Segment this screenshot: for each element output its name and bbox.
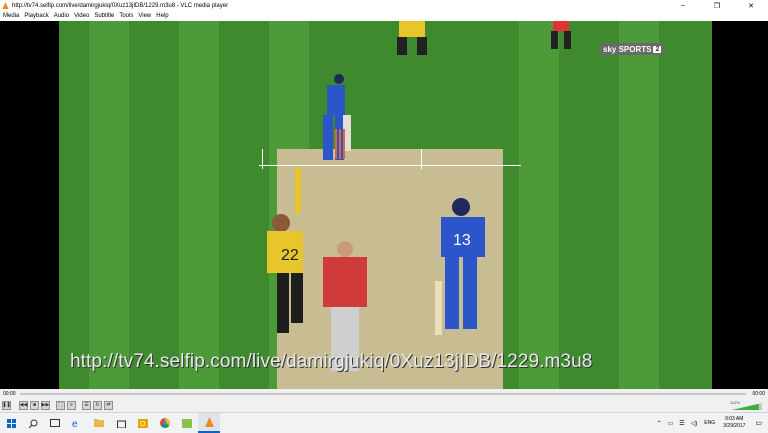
- previous-icon[interactable]: ◀◀: [19, 400, 28, 410]
- batsman-figure: [323, 74, 351, 160]
- edge-icon[interactable]: e: [66, 413, 88, 433]
- battery-icon[interactable]: ▭: [668, 420, 674, 427]
- player-controls: 00:00 00:00 ❚❚ ◀◀ ■ ▶▶ ⛶ ≡ ☰ ↻ ⇄ 112%: [0, 389, 768, 412]
- task-view-icon[interactable]: [44, 413, 66, 433]
- total-time: 00:00: [752, 391, 765, 397]
- control-buttons: ❚❚ ◀◀ ■ ▶▶ ⛶ ≡ ☰ ↻ ⇄: [0, 400, 113, 410]
- outlook-icon[interactable]: O: [132, 413, 154, 433]
- seek-bar[interactable]: [20, 393, 746, 395]
- non-striker-number: 13: [453, 232, 471, 249]
- windows-logo-icon: [6, 418, 16, 428]
- wicketkeeper-figure: [397, 21, 427, 55]
- start-button[interactable]: [0, 413, 22, 433]
- channel-logo: sky SPORTS 2: [600, 43, 665, 55]
- close-button[interactable]: ✕: [734, 0, 768, 11]
- vlc-taskbar-button[interactable]: [198, 413, 220, 433]
- taskbar: e O ⌃ ▭ ☰ ◁) ENG 9:03 AM 3/29/2017 ▭: [0, 412, 768, 433]
- channel-name: sky SPORTS: [603, 44, 652, 54]
- stop-icon[interactable]: ■: [30, 400, 39, 410]
- clock-date: 3/29/2017: [723, 423, 746, 429]
- chevron-up-icon[interactable]: ⌃: [657, 420, 662, 427]
- svg-text:O: O: [140, 421, 146, 428]
- pause-icon[interactable]: ❚❚: [2, 400, 11, 410]
- svg-text:e: e: [72, 419, 78, 428]
- speaker-icon[interactable]: ◁): [691, 420, 698, 427]
- bowler-number: 22: [281, 247, 299, 264]
- network-icon[interactable]: ☰: [679, 420, 684, 427]
- search-icon[interactable]: [22, 413, 44, 433]
- fielder-figure: [551, 21, 571, 49]
- minimize-button[interactable]: –: [666, 0, 700, 11]
- elapsed-time: 00:00: [3, 391, 16, 397]
- system-tray: ⌃ ▭ ☰ ◁) ENG 9:03 AM 3/29/2017 ▭: [654, 413, 768, 433]
- fullscreen-icon[interactable]: ⛶: [56, 400, 65, 410]
- clock-time: 9:03 AM: [725, 416, 744, 422]
- menu-help[interactable]: Help: [156, 13, 168, 19]
- extended-settings-icon[interactable]: ≡: [67, 400, 76, 410]
- video-frame: 22 13: [59, 21, 712, 389]
- stream-url-overlay: http://tv74.selfip.com/live/damirgjukiq/…: [70, 351, 593, 372]
- menu-video[interactable]: Video: [74, 13, 89, 19]
- notifications-icon[interactable]: ▭: [755, 419, 762, 427]
- playlist-icon[interactable]: ☰: [82, 400, 91, 410]
- vlc-cone-icon: [205, 417, 213, 427]
- volume-control[interactable]: 112%: [730, 400, 764, 410]
- store-icon[interactable]: [110, 413, 132, 433]
- menu-bar: Media Playback Audio Video Subtitle Tool…: [0, 11, 768, 21]
- maximize-button[interactable]: ❐: [700, 0, 734, 11]
- clock[interactable]: 9:03 AM 3/29/2017: [723, 416, 745, 430]
- non-striker-figure: 13: [435, 198, 485, 335]
- video-area[interactable]: 22 13 sky SPORTS 2 http://tv74.selfip.co…: [0, 21, 768, 389]
- menu-audio[interactable]: Audio: [54, 13, 69, 19]
- menu-tools[interactable]: Tools: [119, 13, 133, 19]
- shuffle-icon[interactable]: ⇄: [104, 400, 113, 410]
- file-explorer-icon[interactable]: [88, 413, 110, 433]
- title-bar: http://tv74.selfip.com/live/damirgjukiq/…: [0, 0, 768, 11]
- menu-playback[interactable]: Playback: [24, 13, 48, 19]
- channel-number: 2: [653, 45, 662, 53]
- spreadsheet-app-icon[interactable]: [176, 413, 198, 433]
- window-title: http://tv74.selfip.com/live/damirgjukiq/…: [12, 2, 229, 9]
- loop-icon[interactable]: ↻: [93, 400, 102, 410]
- chrome-icon[interactable]: [154, 413, 176, 433]
- vlc-cone-icon: [2, 2, 9, 9]
- menu-subtitle[interactable]: Subtitle: [94, 13, 114, 19]
- next-icon[interactable]: ▶▶: [41, 400, 50, 410]
- menu-media[interactable]: Media: [3, 13, 19, 19]
- volume-slider[interactable]: [732, 403, 762, 410]
- window-controls: – ❐ ✕: [666, 0, 768, 11]
- menu-view[interactable]: View: [138, 13, 151, 19]
- language-indicator[interactable]: ENG: [704, 420, 715, 426]
